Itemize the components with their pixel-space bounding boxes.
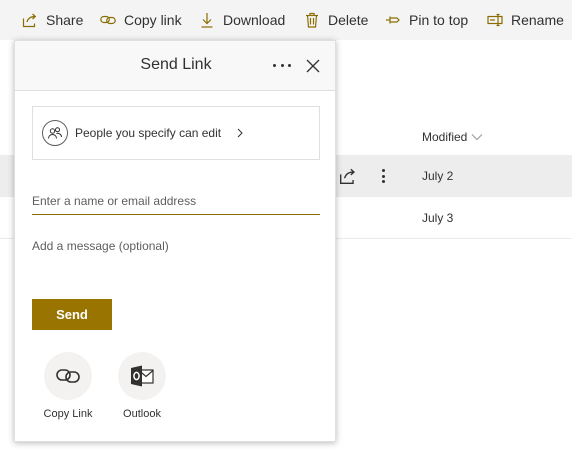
copy-link-button[interactable] — [44, 352, 92, 400]
download-command[interactable]: Download — [199, 0, 285, 40]
rename-command[interactable]: Rename — [487, 0, 564, 40]
pin-icon — [385, 12, 401, 28]
download-icon — [199, 12, 215, 28]
more-actions-icon[interactable] — [376, 166, 390, 186]
message-input[interactable] — [32, 239, 320, 279]
rename-icon — [487, 12, 503, 28]
share-icon[interactable] — [339, 167, 357, 185]
chevron-right-icon — [237, 128, 243, 138]
copy-link-label: Copy Link — [43, 408, 93, 420]
outlook-label: Outlook — [123, 408, 161, 420]
send-link-dialog: Send Link People you specify can edit Se… — [14, 40, 336, 442]
share-command[interactable]: Share — [22, 0, 83, 40]
send-button[interactable]: Send — [32, 299, 112, 330]
permission-label: People you specify can edit — [75, 126, 222, 140]
share-icon — [22, 12, 38, 28]
share-command-label: Share — [46, 12, 84, 28]
modified-date: July 2 — [422, 169, 454, 183]
command-bar: Share Copy link Download Delete Pin to t… — [0, 0, 572, 40]
link-icon — [100, 12, 116, 28]
rename-command-label: Rename — [511, 12, 564, 28]
outlook-button[interactable] — [118, 352, 166, 400]
copy-link-command-label: Copy link — [124, 12, 182, 28]
pin-to-top-command-label: Pin to top — [409, 12, 469, 28]
download-command-label: Download — [223, 12, 286, 28]
outlook-icon — [131, 365, 154, 387]
more-options-icon[interactable] — [273, 55, 291, 75]
recipient-input[interactable] — [32, 187, 320, 215]
delete-command[interactable]: Delete — [304, 0, 368, 40]
link-permission-selector[interactable]: People you specify can edit — [32, 106, 320, 160]
pin-to-top-command[interactable]: Pin to top — [385, 0, 468, 40]
close-icon[interactable] — [305, 58, 321, 74]
trash-icon — [304, 12, 320, 28]
people-icon — [42, 120, 68, 146]
link-icon — [56, 369, 80, 383]
modified-column-label: Modified — [422, 130, 468, 144]
copy-link-option[interactable]: Copy Link — [33, 352, 103, 420]
modified-date: July 3 — [422, 211, 454, 225]
chevron-down-icon — [471, 134, 483, 141]
copy-link-command[interactable]: Copy link — [100, 0, 182, 40]
delete-command-label: Delete — [328, 12, 369, 28]
modified-column-header[interactable]: Modified — [422, 130, 483, 144]
outlook-option[interactable]: Outlook — [107, 352, 177, 420]
